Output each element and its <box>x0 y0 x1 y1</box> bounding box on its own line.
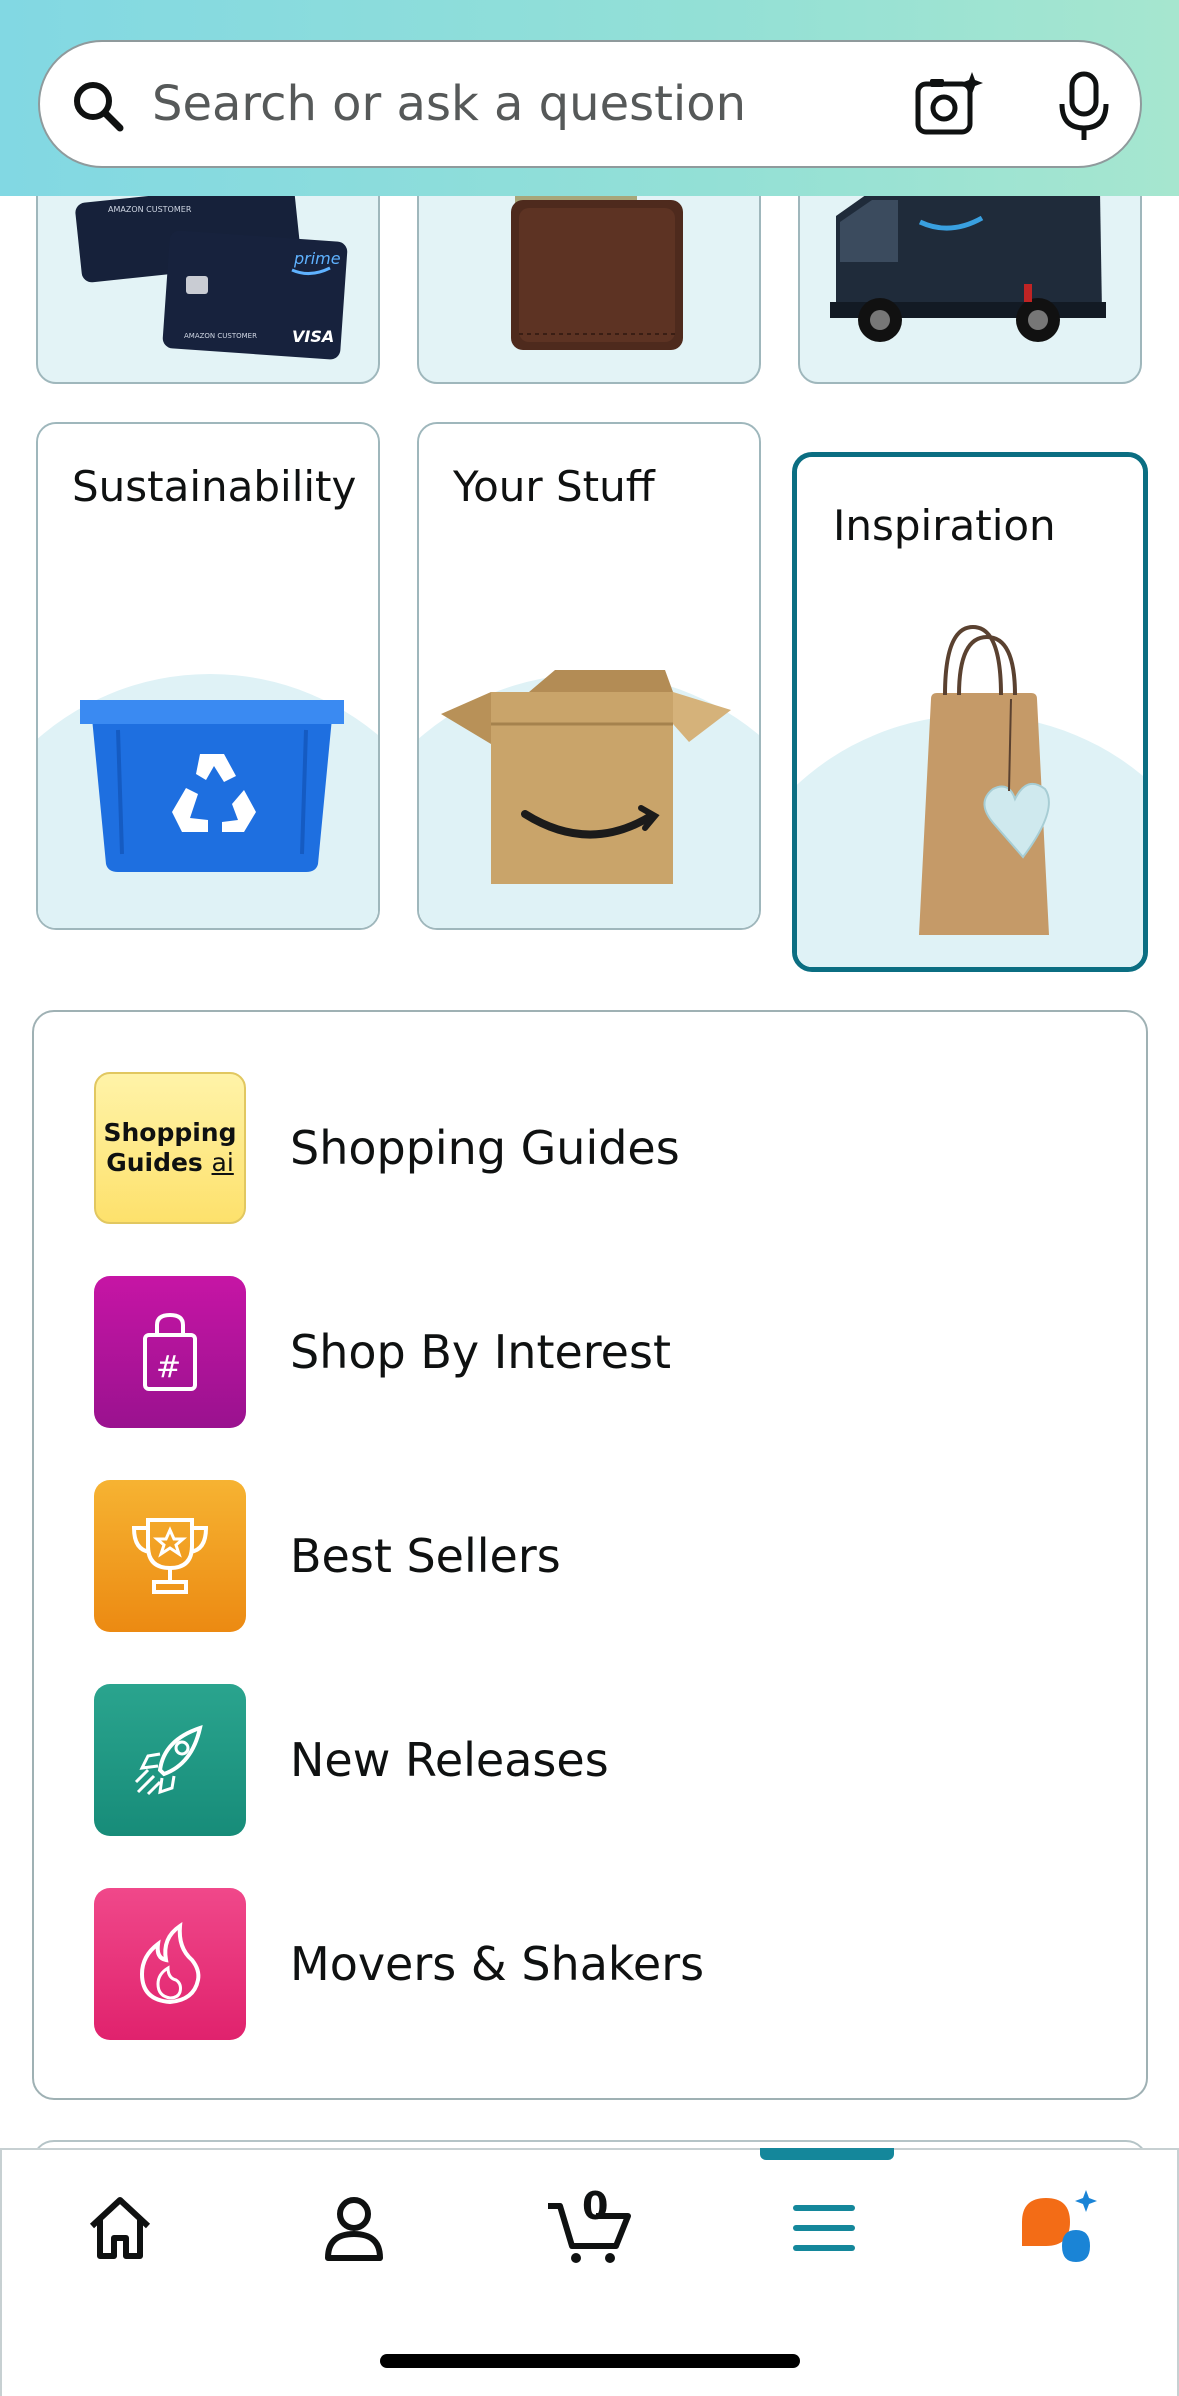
list-item-shopping-guides[interactable]: Shopping Guides ai Shopping Guides <box>94 1072 1094 1224</box>
svg-text:#: # <box>156 1350 181 1385</box>
home-icon[interactable] <box>80 2188 160 2268</box>
svg-text:prime: prime <box>293 249 341 268</box>
svg-text:VISA: VISA <box>292 327 334 346</box>
shopping-guides-icon-text-2: Guides <box>106 1148 203 1177</box>
list-item-shop-by-interest[interactable]: # Shop By Interest <box>94 1276 1094 1428</box>
svg-text:AMAZON CUSTOMER: AMAZON CUSTOMER <box>108 205 192 214</box>
your-stuff-tile[interactable]: Your Stuff <box>417 422 761 930</box>
tile-title: Your Stuff <box>453 462 655 511</box>
tile-title: Inspiration <box>833 501 1056 550</box>
inspiration-tile[interactable]: Inspiration <box>792 452 1148 972</box>
cart-count: 0 <box>582 2184 609 2228</box>
sustainability-tile[interactable]: Sustainability <box>36 422 380 930</box>
flame-icon <box>94 1888 246 2040</box>
camera-lens-icon[interactable] <box>912 70 984 142</box>
shopping-guides-icon-text-3: ai <box>211 1148 234 1177</box>
list-item-best-sellers[interactable]: Best Sellers <box>94 1480 1094 1632</box>
menu-icon[interactable] <box>784 2188 864 2268</box>
svg-text:AMAZON CUSTOMER: AMAZON CUSTOMER <box>184 332 257 340</box>
browse-list-card: Shopping Guides ai Shopping Guides # Sho… <box>32 1010 1148 2100</box>
list-item-label: Shopping Guides <box>290 1121 680 1175</box>
microphone-icon[interactable] <box>1052 70 1116 142</box>
header-bar: Search or ask a question <box>0 0 1179 196</box>
tile-title: Sustainability <box>72 462 357 511</box>
search-placeholder[interactable]: Search or ask a question <box>152 72 746 136</box>
search-bar[interactable]: Search or ask a question <box>38 40 1142 168</box>
list-item-new-releases[interactable]: New Releases <box>94 1684 1094 1836</box>
list-item-label: Shop By Interest <box>290 1325 671 1379</box>
account-icon[interactable] <box>314 2188 394 2268</box>
list-item-movers-shakers[interactable]: Movers & Shakers <box>94 1888 1094 2040</box>
shopping-guides-icon-text-1: Shopping <box>103 1118 237 1147</box>
shopping-guides-icon: Shopping Guides ai <box>94 1072 246 1224</box>
home-indicator <box>380 2354 800 2368</box>
rocket-icon <box>94 1684 246 1836</box>
shopping-bag-hashtag-icon: # <box>94 1276 246 1428</box>
list-item-label: New Releases <box>290 1733 609 1787</box>
search-icon <box>74 82 124 132</box>
list-item-label: Best Sellers <box>290 1529 561 1583</box>
list-item-label: Movers & Shakers <box>290 1937 705 1991</box>
trophy-icon <box>94 1480 246 1632</box>
rufus-assistant-icon[interactable] <box>1014 2188 1104 2268</box>
active-tab-indicator <box>760 2148 894 2160</box>
